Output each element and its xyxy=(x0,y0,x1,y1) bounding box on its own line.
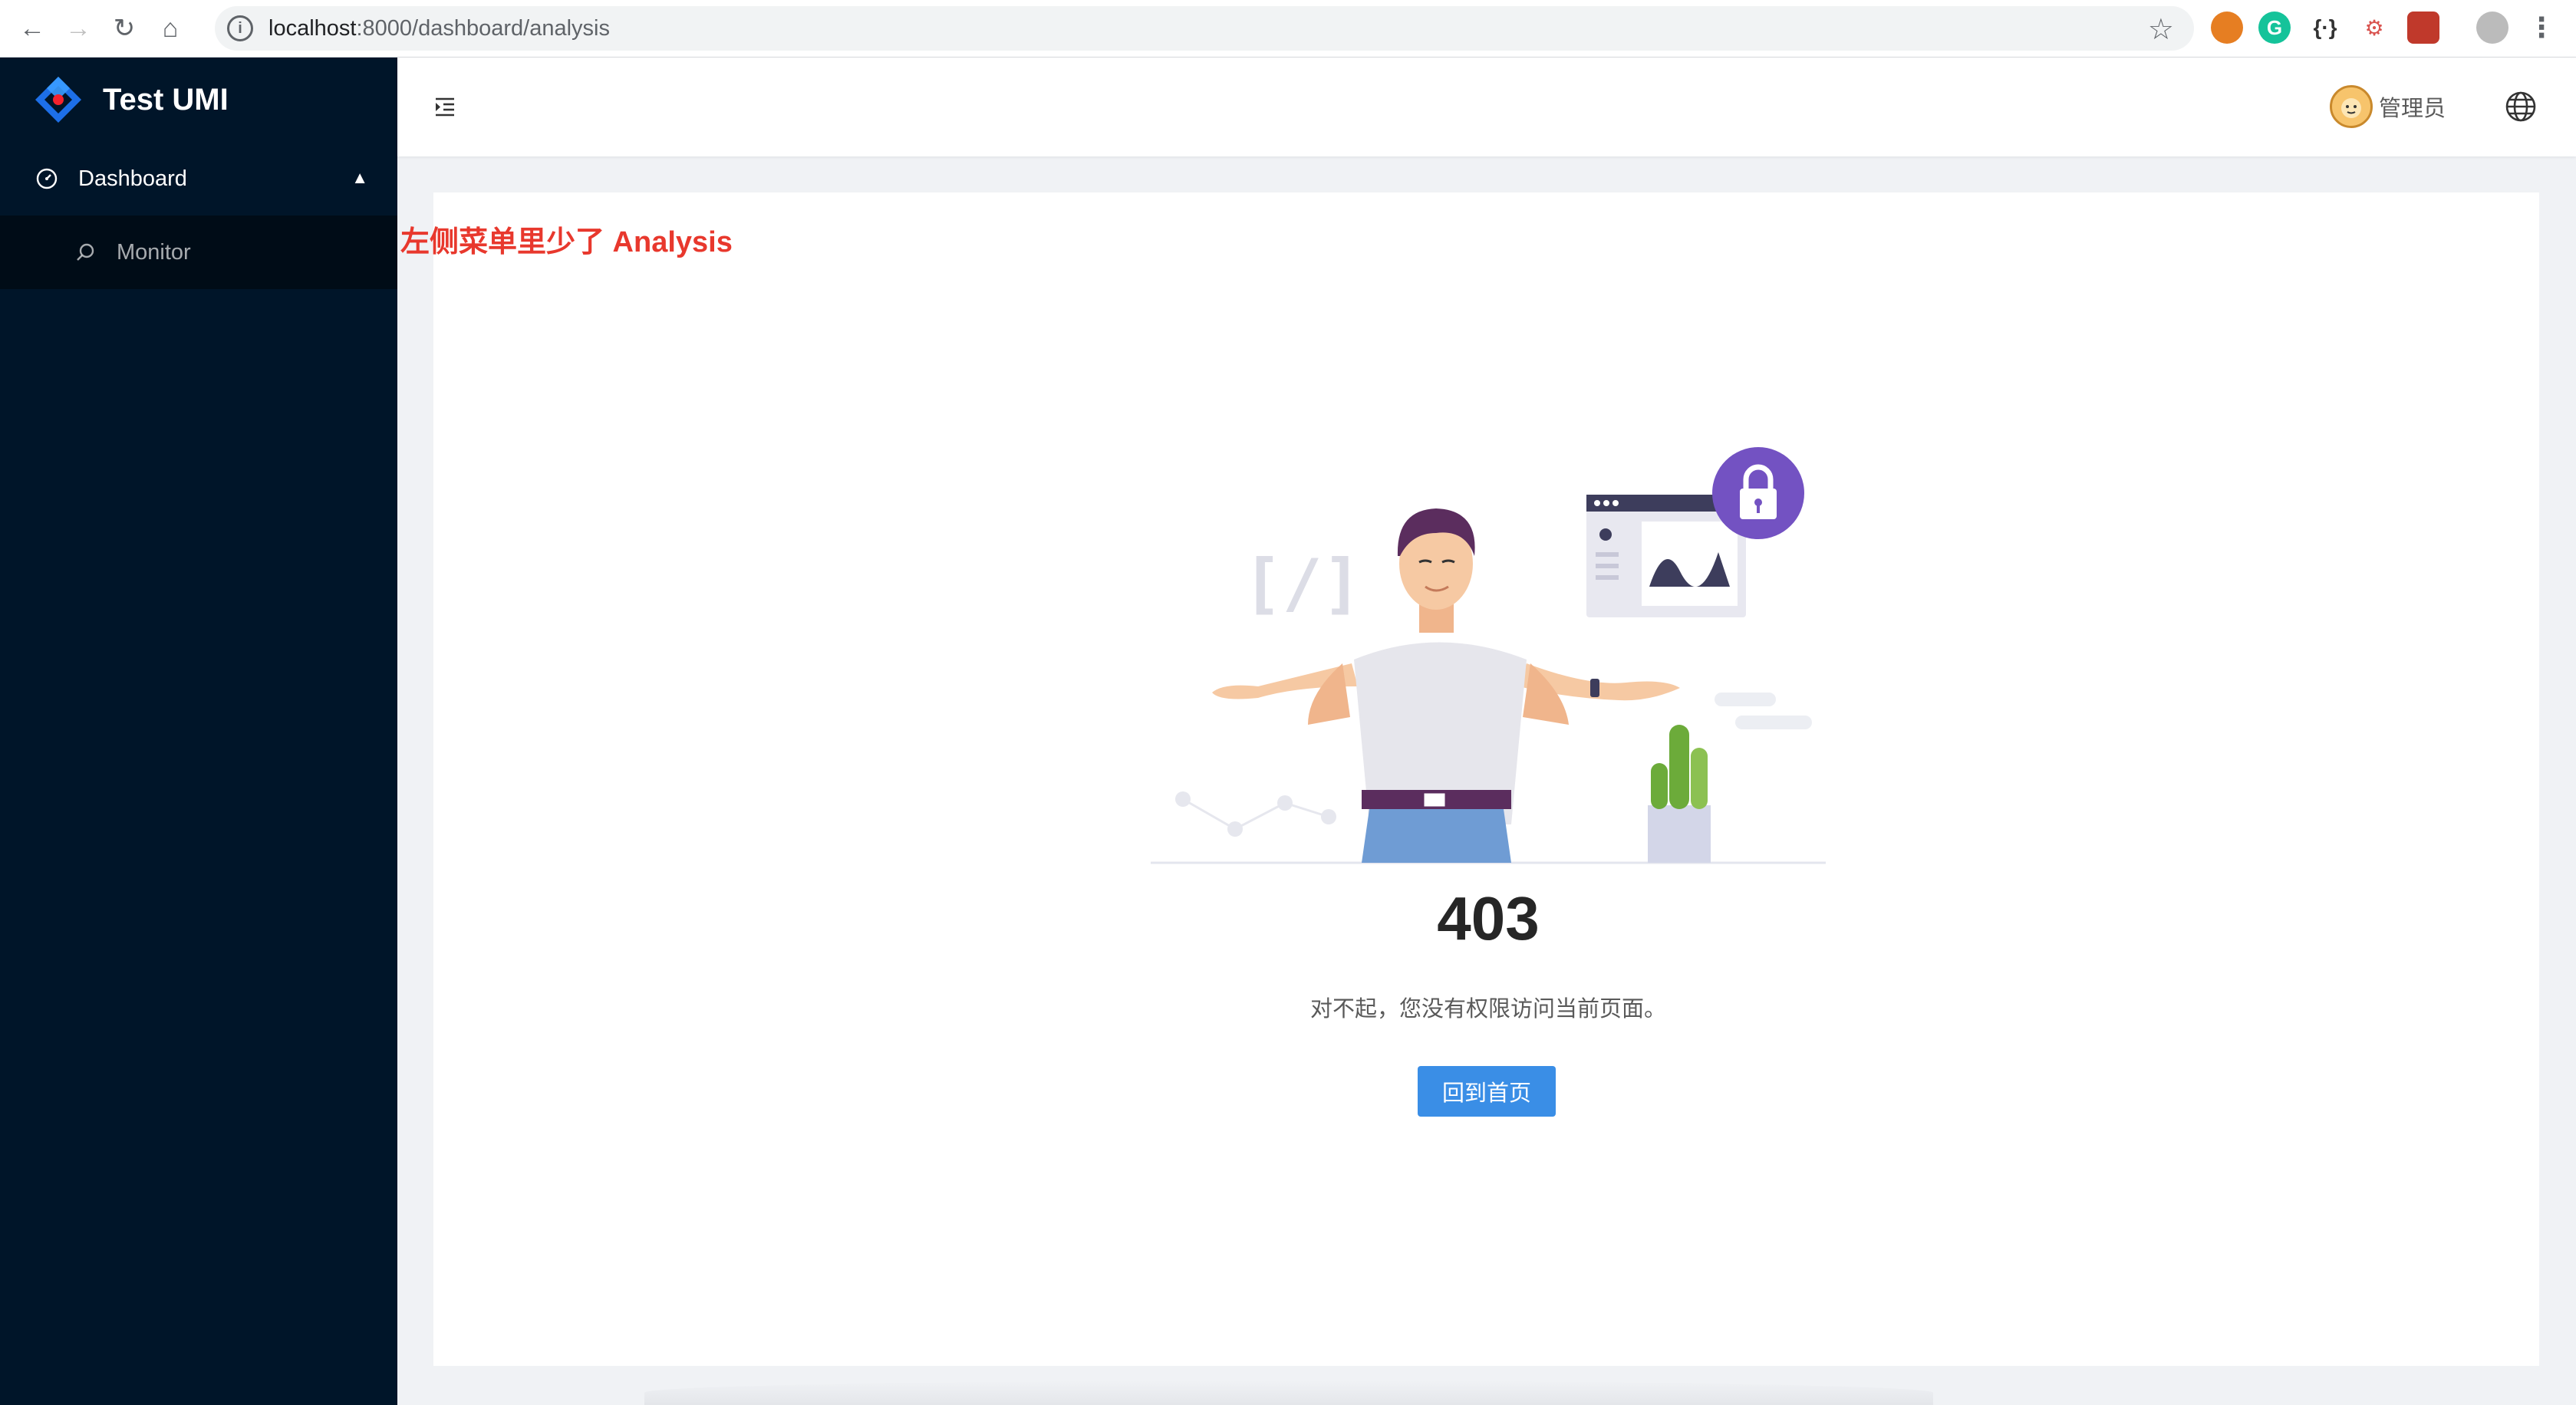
status-code: 403 xyxy=(1437,884,1540,953)
sidebar: Test UMI Dashboard ▲ Monitor xyxy=(0,58,397,1405)
menu-item-monitor-label: Monitor xyxy=(117,239,191,265)
robot-extension-icon[interactable] xyxy=(2211,12,2243,44)
chevron-up-icon: ▲ xyxy=(351,168,368,187)
browser-toolbar: ← → ↻ ⌂ i localhost:8000/dashboard/analy… xyxy=(0,0,2576,58)
network-extension-icon[interactable]: ⚙ xyxy=(2358,12,2390,44)
bookmark-star-icon[interactable]: ☆ xyxy=(2148,12,2174,47)
site-info-icon[interactable]: i xyxy=(227,15,253,41)
globe-icon[interactable] xyxy=(2504,90,2538,123)
json-viewer-icon[interactable]: {·} xyxy=(2309,12,2341,44)
app-title: Test UMI xyxy=(103,82,229,117)
user-dropdown[interactable]: 管理员 xyxy=(2329,85,2446,128)
forward-icon[interactable]: → xyxy=(55,5,101,51)
url-text[interactable]: localhost:8000/dashboard/analysis xyxy=(268,16,610,41)
grammarly-icon[interactable]: G xyxy=(2258,12,2291,44)
monitor-icon xyxy=(72,239,98,265)
menu-fold-icon[interactable] xyxy=(433,94,457,119)
screenshot-extension-icon[interactable] xyxy=(2407,12,2439,44)
app-logo[interactable]: Test UMI xyxy=(0,58,397,142)
top-header: 管理员 xyxy=(397,58,2576,156)
annotation-note: 左侧菜单里少了 Analysis xyxy=(400,226,733,258)
menu-dashboard-label: Dashboard xyxy=(78,166,187,191)
menu-item-monitor[interactable]: Monitor xyxy=(0,216,397,289)
url-path: :8000/dashboard/analysis xyxy=(356,15,610,41)
address-bar[interactable]: i localhost:8000/dashboard/analysis ☆ xyxy=(215,6,2194,51)
back-home-button[interactable]: 回到首页 xyxy=(1418,1066,1556,1117)
profile-icon[interactable] xyxy=(2476,12,2508,44)
menu-dashboard[interactable]: Dashboard ▲ xyxy=(0,142,397,216)
umi-logo-icon xyxy=(34,75,83,124)
avatar xyxy=(2329,85,2373,128)
status-message: 对不起，您没有权限访问当前页面。 xyxy=(1309,997,1666,1022)
reload-icon[interactable]: ↻ xyxy=(101,5,147,51)
browser-menu-icon[interactable]: ⋮ xyxy=(2525,12,2558,44)
dashboard-icon xyxy=(34,166,60,192)
url-host: localhost xyxy=(268,15,357,41)
forbidden-illustration: [/] xyxy=(1151,433,1826,870)
svg-text:[/]: [/] xyxy=(1243,545,1362,622)
back-icon[interactable]: ← xyxy=(9,5,55,51)
home-icon[interactable]: ⌂ xyxy=(147,5,193,51)
footer-shadow xyxy=(644,1380,1933,1405)
user-name: 管理员 xyxy=(2378,97,2446,121)
